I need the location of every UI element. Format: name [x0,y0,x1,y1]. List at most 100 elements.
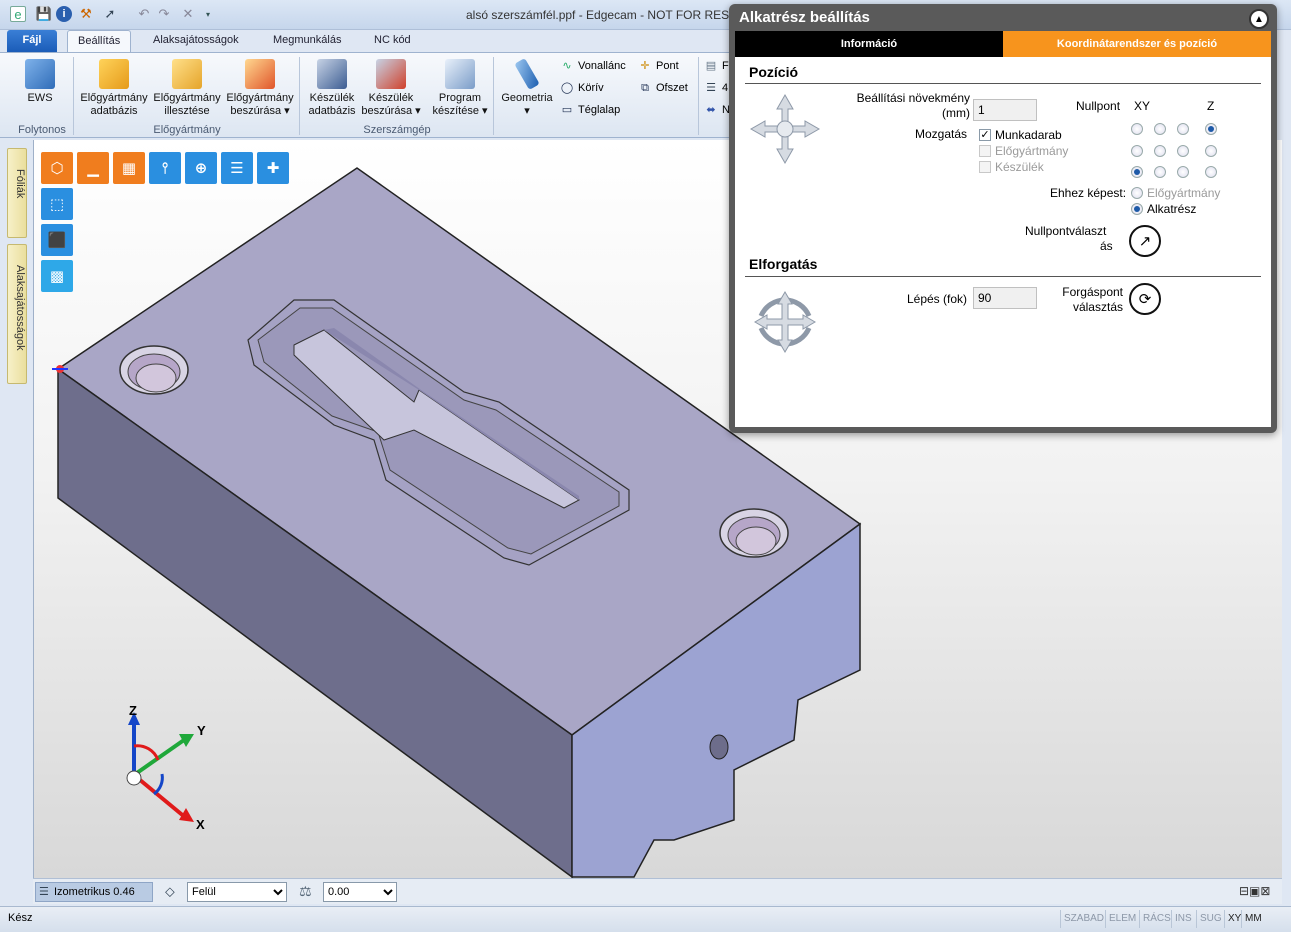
app-icon[interactable]: e [10,6,26,22]
arrow-icon[interactable]: ➚ [102,6,118,22]
tab-file[interactable]: Fájl [7,30,57,52]
section-rotation-title: Elforgatás [749,256,818,272]
origin-label: Nullpont [1076,99,1121,113]
ribbon-partial-1[interactable]: ▤ F [704,59,729,73]
dialog-body: Információ Koordinátarendszer és pozíció… [735,31,1271,427]
partial-icon-3: ⬌ [706,104,716,116]
status-entity[interactable]: ELEM [1105,910,1139,928]
redo-icon[interactable]: ↷ [156,6,172,22]
tools-icon[interactable]: ⚒ [78,6,94,22]
rectangle-button[interactable]: ▭ Téglalap [560,103,620,117]
blank-fit-button[interactable]: Előgyártmány illesztése [150,59,224,118]
origin-radio-r1c2[interactable] [1154,123,1166,135]
blank-insert-icon [245,59,275,89]
rotate-icon: ⟳ [1138,291,1152,308]
z-column-label: Z [1207,99,1215,113]
tab-coordinate-system[interactable]: Koordinátarendszer és pozíció [1003,31,1271,57]
collapse-icon[interactable]: ▲ [1249,9,1269,29]
plane-icon: ⬦ [165,883,175,899]
program-create-button[interactable]: Program készítése ▾ [430,59,490,118]
origin-radio-r2c3[interactable] [1177,145,1189,157]
save-icon[interactable]: 💾 [36,6,52,22]
partial-icon-2: ☰ [706,82,716,94]
move-workpiece-checkbox[interactable]: ✓ [979,129,991,141]
origin-select-button[interactable]: ↗ [1129,225,1161,257]
origin-radio-z-bottom[interactable] [1205,166,1217,178]
relative-part-radio[interactable] [1131,203,1143,215]
pivot-select-label: Forgáspont választás [1062,285,1123,314]
fixture-insert-icon [376,59,406,89]
move-fixture-label: Készülék [995,160,1044,174]
sidebar-tab-features[interactable]: Alaksajátosságok [7,244,27,384]
blank-insert-button[interactable]: Előgyártmány beszúrása ▾ [224,59,296,118]
relative-part-label: Alkatrész [1147,202,1197,216]
part-setup-dialog: Alkatrész beállítás ▲ Információ Koordin… [729,4,1277,433]
info-icon[interactable]: i [56,6,72,22]
origin-radio-r3c3[interactable] [1177,166,1189,178]
status-insert[interactable]: INS [1171,910,1195,928]
rotation-step-input[interactable]: 90 [973,287,1037,309]
ribbon-partial-3[interactable]: ⬌ N [704,103,730,117]
blank-database-button[interactable]: Előgyártmány adatbázis [78,59,150,118]
origin-radio-z-mid[interactable] [1205,145,1217,157]
xy-column-label: XY [1134,99,1151,113]
view-selector[interactable]: ☰ Izometrikus 0.46 [35,882,153,902]
relative-blank-radio[interactable] [1131,187,1143,199]
diagonal-arrow-icon: ↗ [1138,233,1152,250]
plane-select[interactable]: Felül [187,882,287,902]
undo-icon[interactable]: ↶ [136,6,152,22]
depth-select[interactable]: 0.00 [323,882,397,902]
origin-radio-r3c2[interactable] [1154,166,1166,178]
offset-button[interactable]: ⧉ Ofszet [638,81,688,95]
group-label-blank: Előgyártmány [153,124,221,136]
ribbon: EWS Folytonos Előgyártmány adatbázis Elő… [0,52,730,138]
partial-icon-1: ▤ [705,60,717,72]
origin-select-label: Nullpontválaszt ás [1025,224,1113,253]
blank-database-icon [99,59,129,89]
tab-features[interactable]: Alaksajátosságok [143,30,249,52]
group-label-continuous: Folytonos [18,124,66,136]
move-blank-checkbox[interactable] [979,145,991,157]
fixture-database-icon [317,59,347,89]
ribbon-partial-2[interactable]: ☰ 4 [704,81,728,95]
window-controls-icon[interactable]: ⊟▣⊠ [1239,884,1270,898]
tab-machining[interactable]: Megmunkálás [263,30,351,52]
origin-radio-z-top[interactable] [1205,123,1217,135]
fixture-database-button[interactable]: Készülék adatbázis [304,59,360,118]
polyline-button[interactable]: ∿ Vonallánc [560,59,625,73]
origin-radio-r1c1[interactable] [1131,123,1143,135]
tab-setup[interactable]: Beállítás [67,30,132,52]
status-grid[interactable]: RÁCS [1139,910,1174,928]
move-fixture-checkbox[interactable] [979,161,991,173]
arc-button[interactable]: ◯ Körív [560,81,604,95]
window-title: alsó szerszámfél.ppf - Edgecam - NOT FOR… [466,8,752,22]
pivot-select-button[interactable]: ⟳ [1129,283,1161,315]
origin-radio-r3c1[interactable] [1131,166,1143,178]
origin-radio-r2c1[interactable] [1131,145,1143,157]
geometry-button[interactable]: Geometria ▾ [498,58,556,118]
increment-label: Beállítási növekmény (mm) [856,91,970,120]
ews-button[interactable]: EWS [20,59,60,105]
rotate-arrows-icon [747,286,823,356]
origin-radio-r1c3[interactable] [1177,123,1189,135]
status-ready: Kész [8,912,33,924]
fixture-insert-button[interactable]: Készülék beszúrása ▾ [360,59,422,118]
dropdown-icon[interactable]: ▾ [200,6,216,22]
ribbon-tabs: Fájl Beállítás Alaksajátosságok Megmunká… [0,30,730,52]
point-button[interactable]: ✛ Pont [638,59,678,73]
rectangle-icon: ▭ [561,104,573,116]
status-units[interactable]: MM [1241,910,1265,928]
sidebar-tab-layers[interactable]: Fóliák [7,148,27,238]
close-icon[interactable]: ✕ [180,6,196,22]
tab-nc-code[interactable]: NC kód [364,30,421,52]
tab-information[interactable]: Információ [735,31,1003,57]
view-list-icon: ☰ [39,886,49,898]
status-free[interactable]: SZABAD [1060,910,1107,928]
move-label: Mozgatás [914,127,967,141]
dialog-title: Alkatrész beállítás [739,9,870,26]
move-workpiece-label: Munkadarab [995,128,1062,142]
increment-input[interactable]: 1 [973,99,1037,121]
origin-radio-r2c2[interactable] [1154,145,1166,157]
offset-icon: ⧉ [641,82,649,94]
status-radius[interactable]: SUG [1196,910,1225,928]
